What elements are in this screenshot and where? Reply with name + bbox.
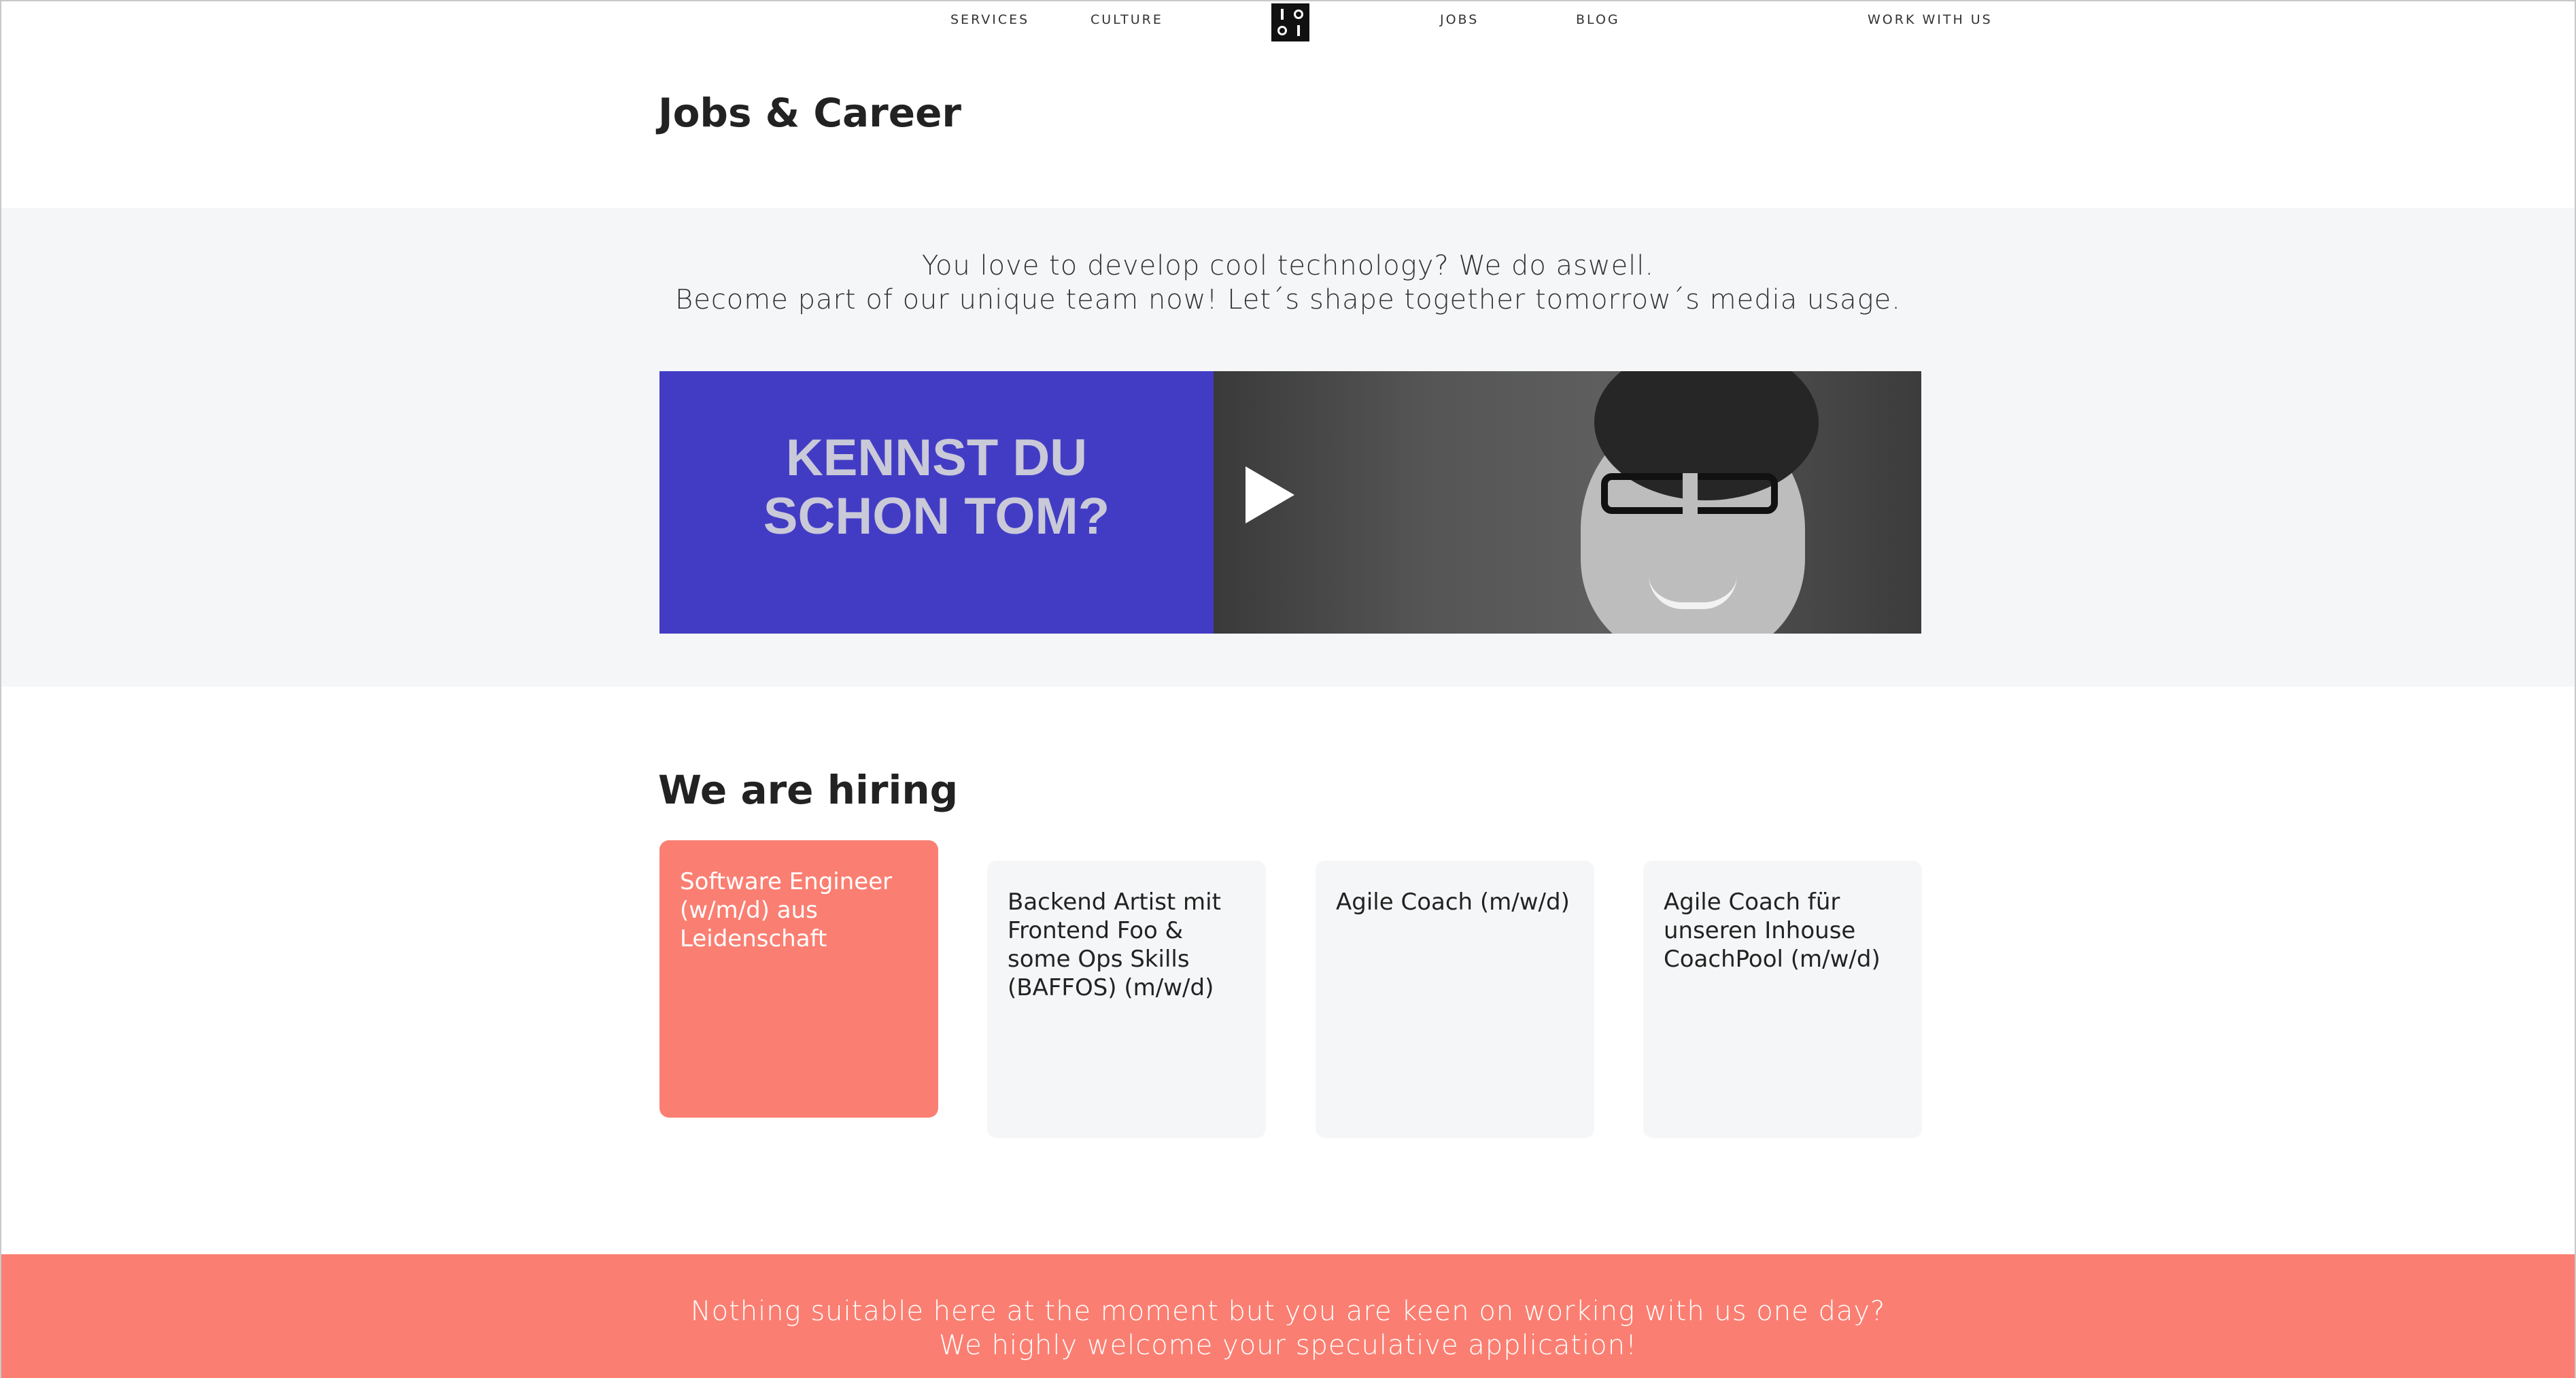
nav-services[interactable]: SERVICES (950, 12, 1029, 27)
video-headline: KENNST DU SCHON TOM? (763, 429, 1110, 545)
play-icon[interactable] (1246, 466, 1294, 523)
job-card-software-engineer[interactable]: Software Engineer (w/m/d) aus Leidenscha… (659, 840, 938, 1118)
logo-icon[interactable] (1271, 3, 1309, 41)
nav-blog[interactable]: BLOG (1576, 12, 1620, 27)
browser-frame (0, 0, 2576, 1378)
footer-line-2[interactable]: We highly welcome your speculative appli… (0, 1330, 2576, 1361)
page-title: Jobs & Career (658, 90, 962, 136)
intro-line-2: Become part of our unique team now! Let´… (675, 284, 1901, 315)
video-title-panel: KENNST DU SCHON TOM? (659, 371, 1214, 634)
portrait-glasses (1601, 473, 1778, 514)
job-card-title: Agile Coach für unseren Inhouse CoachPoo… (1664, 889, 1881, 973)
video-player[interactable]: KENNST DU SCHON TOM? (659, 371, 1921, 634)
logo-ring-1 (1292, 7, 1307, 22)
job-card-backend-artist[interactable]: Backend Artist mit Frontend Foo & some O… (987, 861, 1266, 1138)
logo-bar-1 (1275, 7, 1290, 22)
job-card-agile-coach-coachpool[interactable]: Agile Coach für unseren Inhouse CoachPoo… (1643, 861, 1922, 1138)
nav-jobs[interactable]: JOBS (1440, 12, 1479, 27)
job-card-title: Agile Coach (m/w/d) (1336, 889, 1570, 916)
video-thumbnail (1214, 371, 1921, 634)
job-card-title: Backend Artist mit Frontend Foo & some O… (1008, 889, 1221, 1001)
job-card-title: Software Engineer (w/m/d) aus Leidenscha… (680, 868, 893, 952)
nav-culture[interactable]: CULTURE (1090, 12, 1163, 27)
job-card-agile-coach[interactable]: Agile Coach (m/w/d) (1316, 861, 1594, 1138)
logo-bar-2 (1292, 24, 1307, 39)
section-title-hiring: We are hiring (658, 767, 959, 813)
nav-work-with-us[interactable]: WORK WITH US (1868, 12, 1993, 27)
intro-line-1: You love to develop cool technology? We … (921, 250, 1655, 281)
footer-line-1: Nothing suitable here at the moment but … (690, 1296, 1886, 1327)
logo-ring-2 (1275, 24, 1290, 39)
